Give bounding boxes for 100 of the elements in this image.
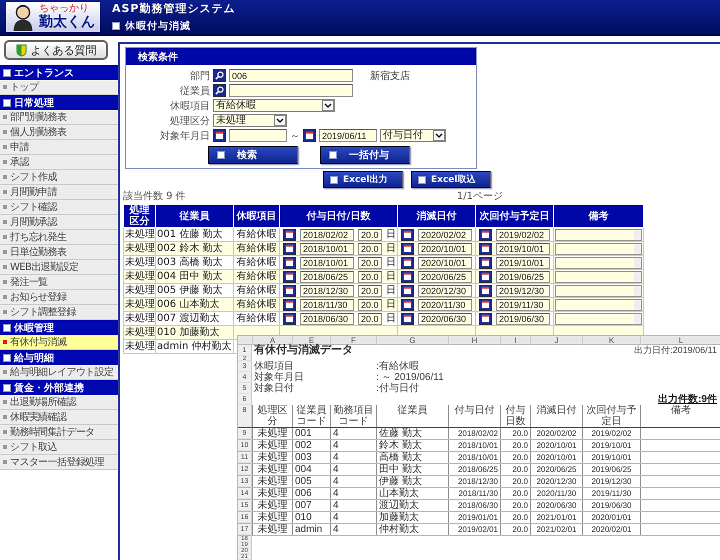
days-field[interactable]: 20.0 [358,256,382,268]
sheet-cell: 20.0 [500,524,530,535]
date-field[interactable]: 2020/10/01 [418,256,472,268]
date-field[interactable]: 2020/02/02 [418,228,472,240]
sidebar-item[interactable]: 発注一覧 [0,275,118,290]
faq-button[interactable]: よくある質問 [4,40,108,60]
sidebar-item[interactable]: 休暇実績確認 [0,410,118,425]
date-field[interactable]: 2020/12/30 [418,284,472,296]
date-field[interactable]: 2018/12/30 [300,284,354,296]
date-field[interactable]: 2019/11/30 [496,298,550,310]
sidebar-item[interactable]: 日単位勤務表 [0,245,118,260]
sheet-column-header: 勤務項目コード [330,405,376,427]
days-field[interactable]: 20.0 [358,228,382,240]
sheet-cell: 2018/12/30 [448,476,500,487]
date-field[interactable]: 2019/10/01 [496,256,550,268]
date-field[interactable]: 2020/11/30 [418,298,472,310]
date-field[interactable]: 2019/06/25 [496,270,550,282]
input-field[interactable]: 006 [229,69,353,82]
date-field[interactable]: 2018/11/30 [300,298,354,310]
sidebar-item[interactable]: 申請 [0,140,118,155]
select-field[interactable]: 未処理 [213,114,287,127]
unit-label: 日 [386,256,396,268]
unit-label: 日 [386,312,396,324]
sidebar-item[interactable]: 給与明細レイアウト設定 [0,365,118,380]
action-button[interactable]: 一括付与 [320,146,410,164]
action-button[interactable]: 検索 [208,146,298,164]
column-header: 備考 [554,204,644,228]
sheet-cell: 2018/06/25 [448,464,500,475]
sidebar-item[interactable]: 有休付与消滅 [0,335,118,350]
date-field[interactable]: 2018/10/01 [300,256,354,268]
sheet-column-header: 従業員 [376,405,448,427]
excel-button[interactable]: Excel出力 [323,171,403,188]
days-field[interactable]: 20.0 [358,312,382,324]
sheet-cell: 4 [330,476,376,487]
table-cell: 未処理 [124,242,156,256]
sidebar-item[interactable]: WEB出退勤設定 [0,260,118,275]
sidebar-item[interactable]: お知らせ登録 [0,290,118,305]
sidebar-item[interactable]: 出退勤場所確認 [0,395,118,410]
date-field[interactable]: 2020/06/25 [418,270,472,282]
date-field[interactable]: 2020/10/01 [418,242,472,254]
sidebar-item[interactable]: トップ [0,80,118,95]
sidebar-item[interactable]: 勤務時間集計データ [0,425,118,440]
table-cell: 002 鈴木 勤太 [156,242,234,256]
sheet-cell: 2019/10/01 [582,440,640,451]
sidebar-item[interactable]: 承認 [0,155,118,170]
sheet-cell: 2020/10/01 [530,440,582,451]
table-cell: admin 仲村勤太 [156,340,234,354]
date-field[interactable]: 2019/12/30 [496,284,550,296]
sidebar-item[interactable]: シフト取込 [0,440,118,455]
field-label: 対象年月日 [159,130,211,142]
sidebar-item[interactable]: 個人別勤務表 [0,125,118,140]
sheet-cell: 2019/11/30 [582,488,640,499]
date-field[interactable]: 2018/06/25 [300,270,354,282]
sheet-column-header: 付与日付 [448,405,500,427]
days-field[interactable]: 20.0 [358,284,382,296]
sheet-cell: 佐藤 勤太 [376,428,448,439]
sheet-cell: 未処理 [252,500,292,511]
sheet-title: 有休付与消滅データ [252,345,354,356]
sheet-cell: 20.0 [500,476,530,487]
sheet-cell: 仲村勤太 [376,524,448,535]
sheet-cell: 20.0 [500,452,530,463]
table-cell: 有給休暇 [234,242,280,256]
sidebar-item[interactable]: シフト作成 [0,170,118,185]
date-field[interactable]: 2020/06/30 [418,312,472,324]
excel-button[interactable]: Excel取込 [411,171,491,188]
date-field[interactable]: 2018/02/02 [300,228,354,240]
sheet-cell: admin [292,524,330,535]
sheet-cell: 4 [330,500,376,511]
sheet-cell: 4 [330,452,376,463]
sidebar-item[interactable]: 月間勤申請 [0,185,118,200]
days-field[interactable]: 20.0 [358,270,382,282]
sheet-column-header: 消滅日付 [530,405,582,427]
date-field[interactable]: 2019/06/11 [319,129,377,142]
sidebar-item[interactable]: 月間勤承認 [0,215,118,230]
date-field[interactable]: 2019/02/02 [496,228,550,240]
sheet-cell: 4 [330,488,376,499]
sidebar-item[interactable]: 打ち忘れ発生 [0,230,118,245]
sidebar-item[interactable]: シフト調整登録 [0,305,118,320]
sidebar-item[interactable]: マスター一括登録処理 [0,455,118,470]
days-field[interactable]: 20.0 [358,298,382,310]
date-field[interactable]: 2018/10/01 [300,242,354,254]
date-field[interactable]: 2018/06/30 [300,312,354,324]
date-field[interactable]: 2019/06/30 [496,312,550,324]
sheet-cell: 未処理 [252,488,292,499]
field-label: 従業員 [179,84,211,98]
sheet-cell: 003 [292,452,330,463]
unit-label: 日 [386,228,396,240]
sheet-cell: 20.0 [500,488,530,499]
date-field[interactable]: 2019/10/01 [496,242,550,254]
sheet-cell: 2020/06/25 [530,464,582,475]
sidebar-item[interactable]: シフト確認 [0,200,118,215]
sheet-cell: 2019/12/30 [582,476,640,487]
column-letter: I [500,336,530,345]
select-field[interactable]: 付与日付 [380,129,446,142]
sheet-cell: 2019/02/02 [582,428,640,439]
days-field[interactable]: 20.0 [358,242,382,254]
table-cell: 未処理 [124,270,156,284]
sidebar-item[interactable]: 部門別勤務表 [0,110,118,125]
select-field[interactable]: 有給休暇 [213,99,335,112]
field-label: 休暇項目 [169,100,211,112]
